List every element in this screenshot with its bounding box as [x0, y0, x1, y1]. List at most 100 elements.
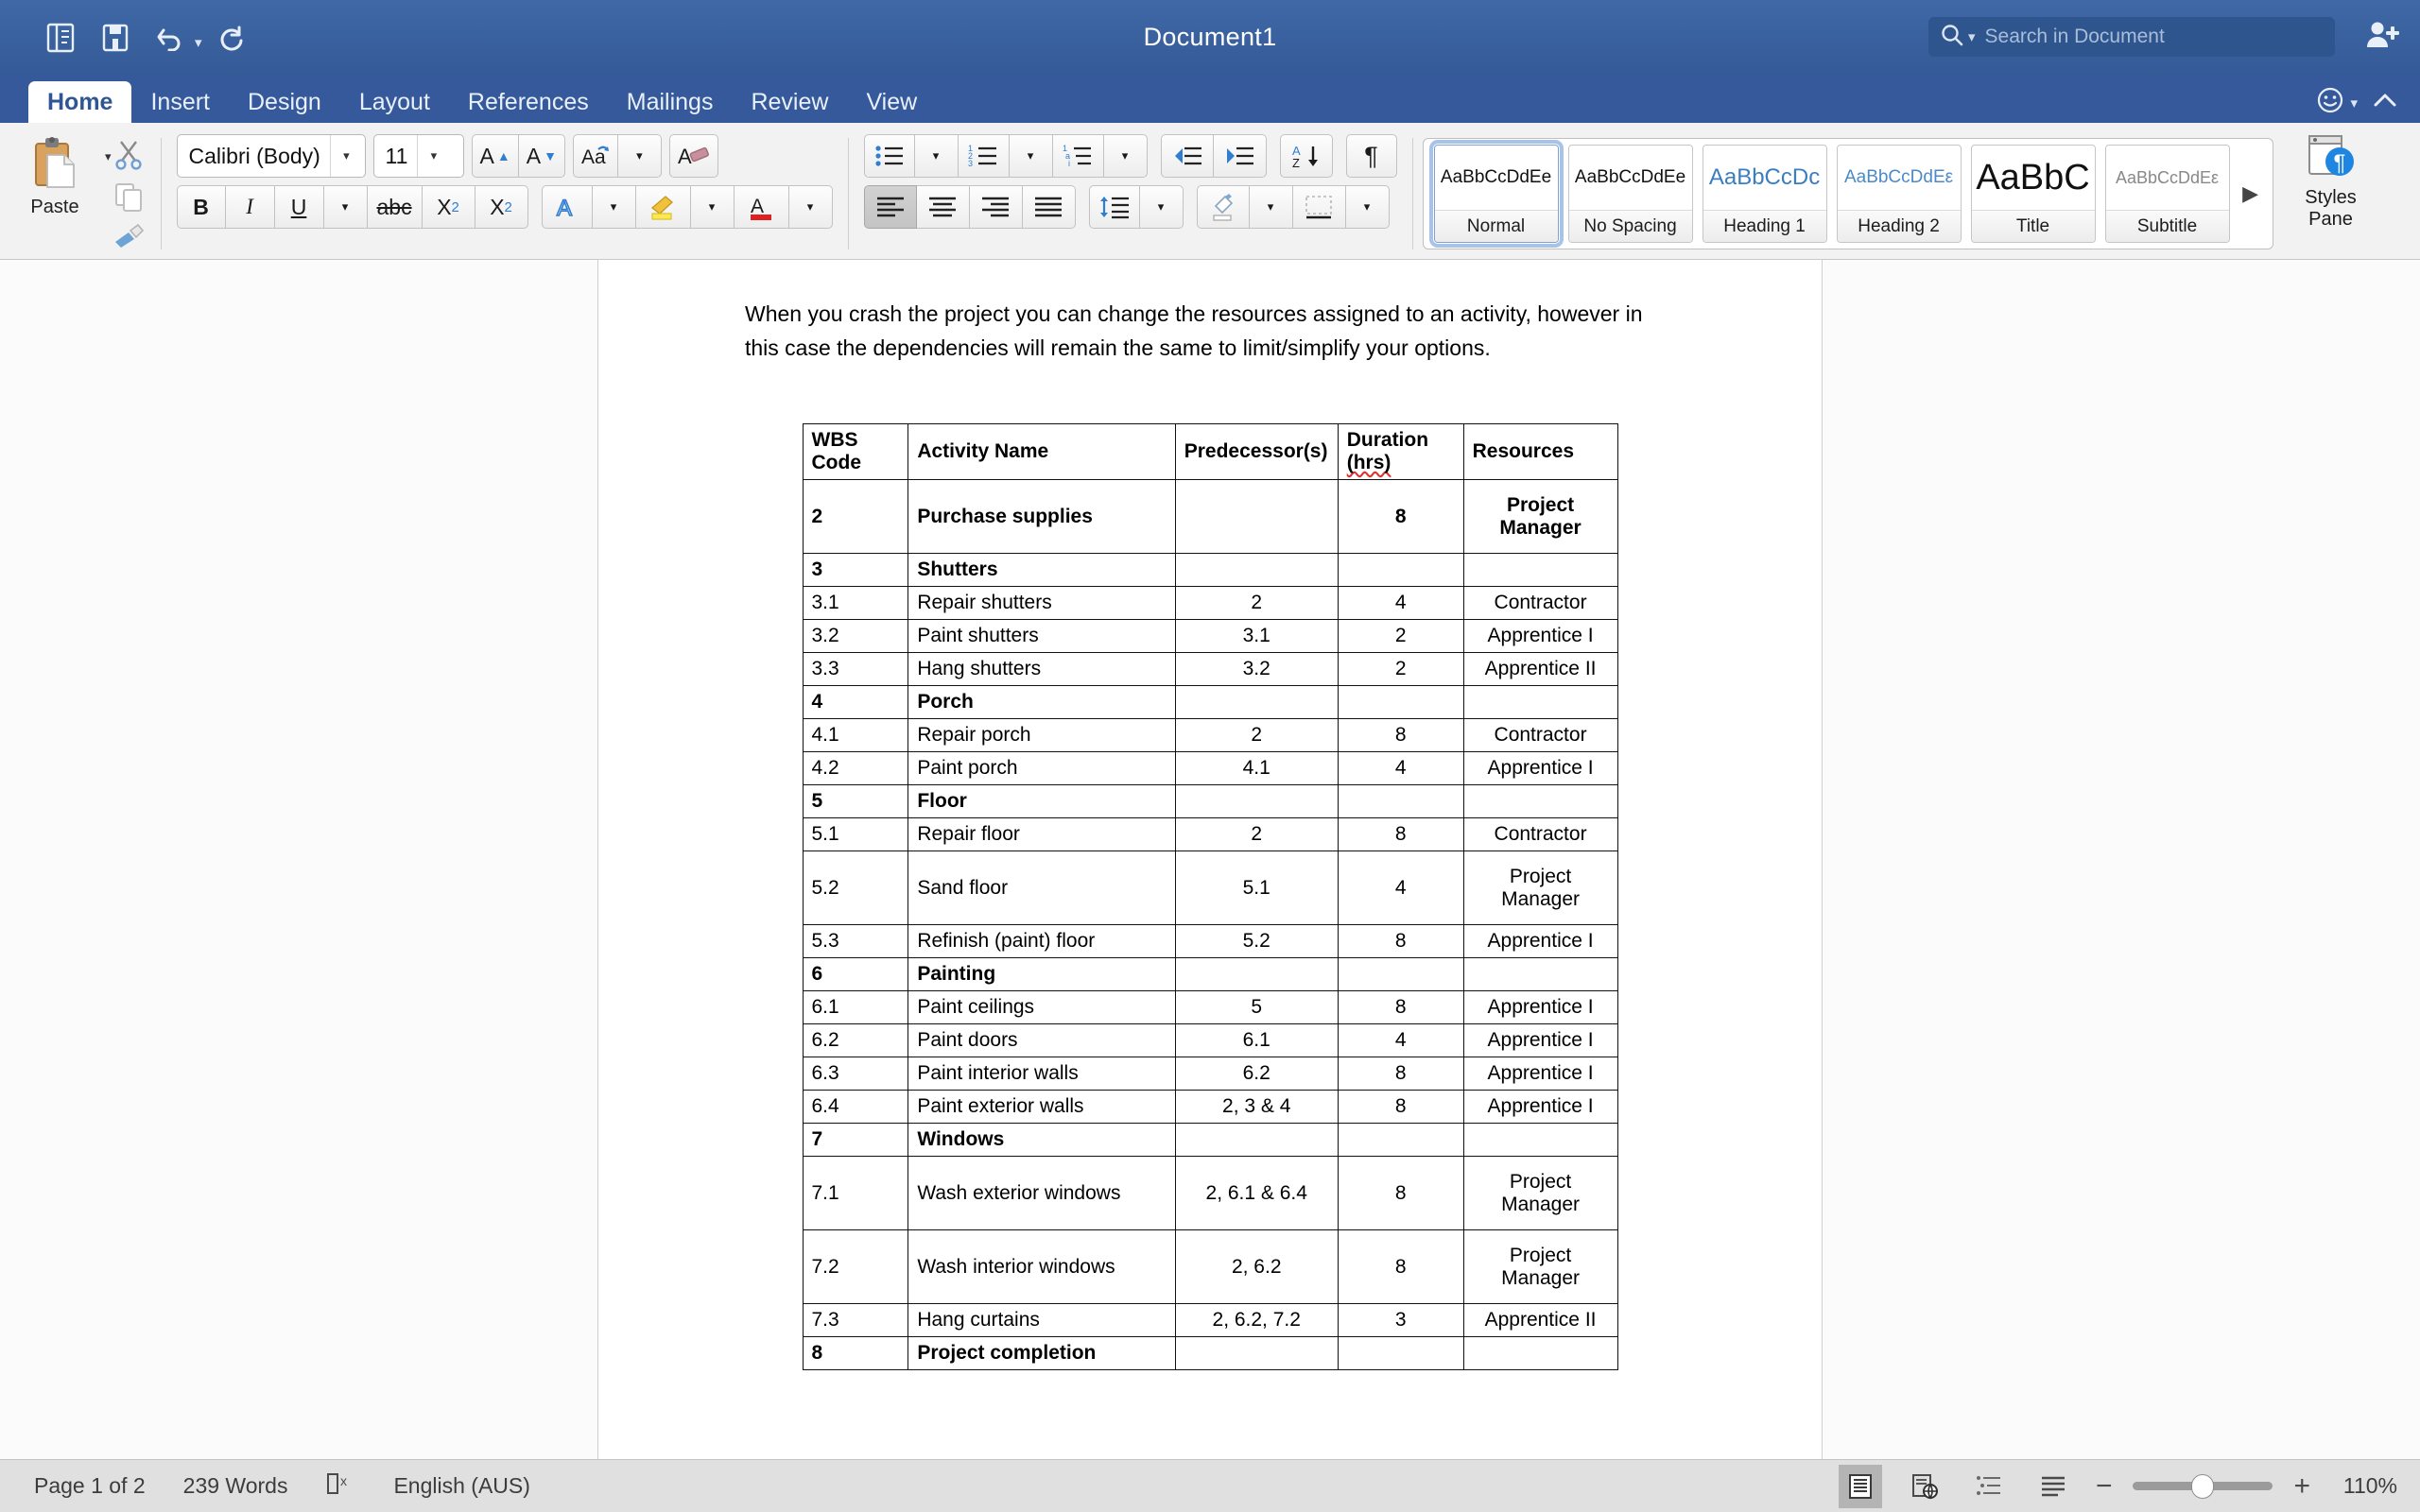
cell-predecessors[interactable]: 2, 3 & 4	[1174, 1090, 1339, 1125]
table-row[interactable]: 3.3 Hang shutters 3.2 2 Apprentice II	[802, 652, 1618, 687]
cell-predecessors[interactable]: 2, 6.1 & 6.4	[1174, 1156, 1339, 1231]
cell-activity-name[interactable]: Porch	[908, 685, 1176, 720]
zoom-out-button[interactable]: −	[2096, 1471, 2113, 1501]
cell-activity-name[interactable]: Repair shutters	[908, 586, 1176, 621]
italic-button[interactable]: I	[225, 185, 275, 229]
cell-resources[interactable]	[1462, 1123, 1618, 1158]
table-row[interactable]: 3 Shutters	[802, 553, 1618, 588]
style-heading-2[interactable]: AaBbCcDdEε Heading 2	[1836, 145, 1962, 243]
highlight-dropdown-icon[interactable]: ▾	[690, 185, 735, 229]
cell-resources[interactable]: Contractor	[1462, 817, 1618, 852]
save-icon[interactable]	[91, 13, 140, 62]
justify-button[interactable]	[1022, 185, 1076, 229]
bullets-button[interactable]	[863, 134, 915, 178]
font-color-button[interactable]: A	[734, 185, 789, 229]
cell-wbs-code[interactable]: 7.2	[802, 1229, 909, 1305]
cell-wbs-code[interactable]: 3.3	[802, 652, 909, 687]
cell-predecessors[interactable]	[1174, 553, 1339, 588]
text-effects-button[interactable]: A	[541, 185, 593, 229]
cell-activity-name[interactable]: Paint porch	[908, 751, 1176, 786]
search-box[interactable]: ▾	[1928, 17, 2335, 57]
cell-resources[interactable]: Apprentice I	[1462, 924, 1618, 959]
superscript-button[interactable]: X2	[475, 185, 528, 229]
cell-predecessors[interactable]	[1174, 479, 1339, 555]
zoom-slider-knob[interactable]	[2191, 1474, 2215, 1499]
cell-duration[interactable]: 4	[1337, 850, 1464, 926]
cell-duration[interactable]: 8	[1337, 1057, 1464, 1091]
word-count[interactable]: 239 Words	[183, 1473, 288, 1499]
align-left-button[interactable]	[863, 185, 917, 229]
table-row[interactable]: 3.2 Paint shutters 3.1 2 Apprentice I	[802, 619, 1618, 654]
font-size-combo[interactable]: 11 ▾	[372, 134, 464, 178]
tab-home[interactable]: Home	[28, 81, 132, 123]
increase-indent-button[interactable]	[1213, 134, 1267, 178]
cell-duration[interactable]	[1337, 1123, 1464, 1158]
decrease-indent-button[interactable]	[1160, 134, 1214, 178]
cell-resources[interactable]: Contractor	[1462, 586, 1618, 621]
cell-predecessors[interactable]	[1174, 1123, 1339, 1158]
cell-predecessors[interactable]	[1174, 957, 1339, 992]
borders-button[interactable]	[1292, 185, 1346, 229]
cell-duration[interactable]	[1337, 784, 1464, 819]
cell-activity-name[interactable]: Hang shutters	[908, 652, 1176, 687]
cell-duration[interactable]: 2	[1337, 652, 1464, 687]
shading-dropdown-icon[interactable]: ▾	[1249, 185, 1293, 229]
table-row[interactable]: 5 Floor	[802, 784, 1618, 819]
change-case-button[interactable]: Aa	[572, 134, 618, 178]
borders-dropdown-icon[interactable]: ▾	[1345, 185, 1390, 229]
bullets-dropdown-icon[interactable]: ▾	[914, 134, 959, 178]
cell-predecessors[interactable]: 6.2	[1174, 1057, 1339, 1091]
cell-resources[interactable]: Apprentice II	[1462, 1303, 1618, 1338]
cell-predecessors[interactable]: 4.1	[1174, 751, 1339, 786]
cell-activity-name[interactable]: Repair floor	[908, 817, 1176, 852]
search-dropdown-icon[interactable]: ▾	[1968, 28, 1976, 45]
zoom-slider[interactable]	[2133, 1474, 2273, 1499]
cut-icon[interactable]	[112, 138, 145, 175]
cell-resources[interactable]: Apprentice I	[1462, 751, 1618, 786]
underline-button[interactable]: U	[274, 185, 324, 229]
cell-predecessors[interactable]: 5.2	[1174, 924, 1339, 959]
cell-wbs-code[interactable]: 5.2	[802, 850, 909, 926]
proofing-errors-icon[interactable]: x	[325, 1469, 355, 1503]
shrink-font-button[interactable]: A ▼	[518, 134, 565, 178]
table-row[interactable]: 4.1 Repair porch 2 8 Contractor	[802, 718, 1618, 753]
redo-icon[interactable]	[208, 13, 257, 62]
style-no-spacing[interactable]: AaBbCcDdEe No Spacing	[1567, 145, 1693, 243]
table-row[interactable]: 6.4 Paint exterior walls 2, 3 & 4 8 Apprenti…	[802, 1090, 1618, 1125]
cell-predecessors[interactable]: 2	[1174, 586, 1339, 621]
cell-duration[interactable]: 8	[1337, 924, 1464, 959]
page-indicator[interactable]: Page 1 of 2	[34, 1473, 146, 1499]
cell-predecessors[interactable]	[1174, 784, 1339, 819]
cell-wbs-code[interactable]: 5.1	[802, 817, 909, 852]
cell-wbs-code[interactable]: 5.3	[802, 924, 909, 959]
style-title[interactable]: AaBbC Title	[1970, 145, 2096, 243]
cell-resources[interactable]: Apprentice I	[1462, 990, 1618, 1025]
table-row[interactable]: 7.1 Wash exterior windows 2, 6.1 & 6.4 8 Pro…	[802, 1156, 1618, 1231]
subscript-button[interactable]: X2	[422, 185, 475, 229]
cell-activity-name[interactable]: Paint ceilings	[908, 990, 1176, 1025]
cell-resources[interactable]: Apprentice I	[1462, 1023, 1618, 1058]
tab-layout[interactable]: Layout	[340, 81, 449, 123]
strikethrough-button[interactable]: abc	[367, 185, 423, 229]
undo-dropdown-icon[interactable]: ▾	[195, 34, 202, 51]
smiley-icon[interactable]	[2316, 86, 2344, 119]
table-row[interactable]: 6.3 Paint interior walls 6.2 8 Apprentice I	[802, 1057, 1618, 1091]
cell-wbs-code[interactable]: 4.2	[802, 751, 909, 786]
cell-activity-name[interactable]: Repair porch	[908, 718, 1176, 753]
cell-resources[interactable]: Apprentice I	[1462, 1090, 1618, 1125]
cell-activity-name[interactable]: Shutters	[908, 553, 1176, 588]
cell-resources[interactable]: Apprentice I	[1462, 619, 1618, 654]
document-page[interactable]: When you crash the project you can chang…	[597, 260, 1823, 1459]
numbering-button[interactable]: 123	[958, 134, 1010, 178]
cell-wbs-code[interactable]: 6	[802, 957, 909, 992]
multilevel-dropdown-icon[interactable]: ▾	[1103, 134, 1148, 178]
cell-duration[interactable]: 8	[1337, 817, 1464, 852]
cell-activity-name[interactable]: Paint interior walls	[908, 1057, 1176, 1091]
show-formatting-marks-button[interactable]: ¶	[1345, 134, 1397, 178]
cell-predecessors[interactable]: 3.1	[1174, 619, 1339, 654]
tab-references[interactable]: References	[449, 81, 608, 123]
cell-duration[interactable]: 8	[1337, 718, 1464, 753]
cell-duration[interactable]: 8	[1337, 479, 1464, 555]
tab-design[interactable]: Design	[229, 81, 340, 123]
cell-predecessors[interactable]: 6.1	[1174, 1023, 1339, 1058]
